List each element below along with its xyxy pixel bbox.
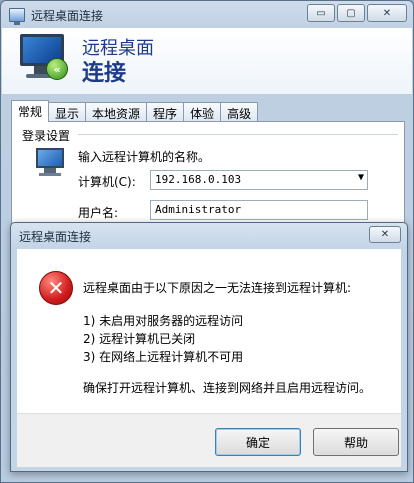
tab-local-resources[interactable]: 本地资源: [85, 102, 148, 122]
error-advice: 确保打开远程计算机、连接到网络并且启用远程访问。: [83, 381, 372, 395]
computer-name-prompt: 输入远程计算机的名称。: [78, 150, 211, 164]
remote-desktop-icon: [9, 8, 25, 25]
computer-label: 计算机(C):: [78, 175, 136, 189]
close-button[interactable]: ✕: [367, 4, 407, 22]
tab-strip: 常规 显示 本地资源 程序 体验 高级: [11, 100, 259, 122]
dialog-close-button[interactable]: ✕: [369, 226, 401, 243]
tab-experience[interactable]: 体验: [183, 102, 222, 122]
tab-advanced[interactable]: 高级: [220, 102, 259, 122]
help-button[interactable]: 帮助: [313, 428, 399, 456]
remote-desktop-monitor-icon: «: [20, 34, 70, 86]
error-dialog: 远程桌面连接 ✕ ✕ 远程桌面由于以下原因之一无法连接到远程计算机: 1) 未启…: [10, 222, 408, 472]
dialog-title: 远程桌面连接: [19, 230, 92, 244]
tab-general[interactable]: 常规: [11, 100, 50, 122]
computer-combobox[interactable]: 192.168.0.103 ▼: [150, 170, 368, 190]
header-title-line2: 连接: [82, 61, 127, 86]
username-label: 用户名:: [78, 206, 119, 220]
computer-icon: [36, 148, 66, 178]
error-icon: ✕: [39, 271, 73, 305]
window-title: 远程桌面连接: [31, 8, 104, 23]
minimize-button[interactable]: ▭: [307, 4, 335, 22]
reason-item: 3) 在网络上远程计算机不可用: [83, 350, 244, 364]
dialog-button-bar: 确定 帮助: [17, 413, 401, 467]
login-settings-title: 登录设置: [22, 129, 71, 143]
group-divider: [78, 134, 398, 135]
maximize-button[interactable]: ▢: [337, 4, 365, 22]
ok-button[interactable]: 确定: [215, 428, 301, 456]
error-message: 远程桌面由于以下原因之一无法连接到远程计算机:: [83, 281, 352, 295]
tab-display[interactable]: 显示: [48, 102, 87, 122]
reason-item: 1) 未启用对服务器的远程访问: [83, 314, 244, 328]
tab-programs[interactable]: 程序: [146, 102, 185, 122]
username-field[interactable]: Administrator: [150, 200, 368, 220]
connect-arrows-icon: «: [46, 58, 68, 80]
reason-item: 2) 远程计算机已关闭: [83, 332, 196, 346]
dialog-body: ✕ 远程桌面由于以下原因之一无法连接到远程计算机: 1) 未启用对服务器的远程访…: [17, 249, 401, 413]
window-header-banner: « 远程桌面 连接: [2, 28, 412, 94]
dropdown-arrow-icon[interactable]: ▼: [358, 172, 364, 183]
computer-value: 192.168.0.103: [155, 173, 242, 186]
window-controls: ▭ ▢ ✕: [307, 4, 407, 22]
window-titlebar: 远程桌面连接: [9, 4, 103, 26]
